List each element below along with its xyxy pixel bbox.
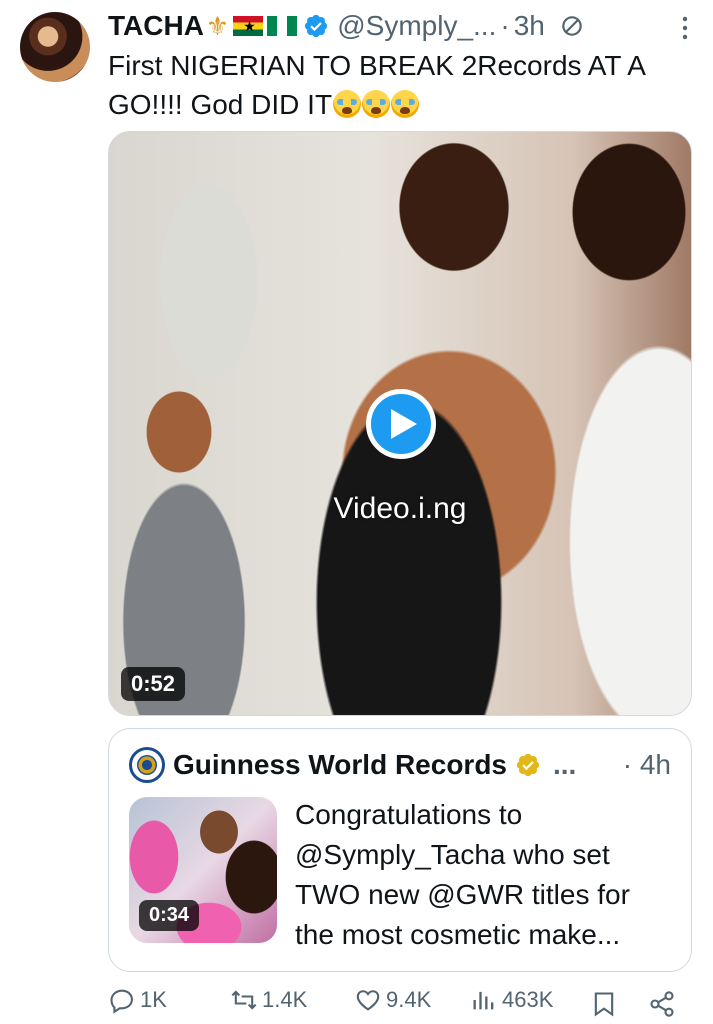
nigeria-flag-icon [267, 16, 298, 36]
ghana-flag-icon [233, 16, 264, 36]
quoted-video-thumbnail[interactable]: 0:34 [129, 797, 277, 943]
reply-icon [110, 989, 133, 1014]
repost-button[interactable]: 1.4K [230, 986, 307, 1014]
quoted-video-duration: 0:34 [139, 900, 200, 931]
muted-icon [562, 16, 582, 36]
trident-icon: ⚜ [205, 10, 230, 41]
separator-dot: · [500, 10, 510, 41]
tweet-text: First NIGERIAN TO BREAK 2Records AT A GO… [108, 46, 698, 124]
play-button[interactable] [366, 389, 436, 459]
like-button[interactable]: 9.4K [354, 986, 431, 1014]
quoted-tweet-header: Guinness World Records ... · 4h [129, 745, 671, 785]
quoted-name-ellipsis: ... [553, 749, 577, 780]
video-player[interactable]: Video.i.ng 0:52 [108, 131, 692, 716]
share-icon[interactable] [648, 990, 676, 1018]
reply-button[interactable]: 1K [108, 986, 167, 1014]
tweet-time[interactable]: 3h [514, 10, 545, 42]
like-icon [356, 990, 380, 1011]
quoted-tweet-time: · 4h [623, 749, 671, 781]
quoted-tweet-text: Congratulations to @Symply_Tacha who set… [295, 799, 630, 950]
video-watermark: Video.i.ng [333, 492, 467, 525]
video-duration: 0:52 [121, 667, 186, 701]
author-badges: ⚜ [205, 10, 298, 42]
author-handle[interactable]: @Symply_... [337, 10, 496, 42]
quoted-author-name: Guinness World Records [173, 749, 507, 780]
repost-icon [231, 990, 257, 1010]
reply-count: 1K [140, 987, 167, 1012]
views-count: 463K [502, 987, 554, 1012]
play-icon [390, 409, 417, 439]
author-avatar[interactable] [20, 12, 90, 82]
quoted-separator: · [622, 749, 633, 780]
quoted-tweet[interactable]: Guinness World Records ... · 4h 0:34 Con… [108, 728, 692, 972]
quoted-time-value: 4h [639, 749, 671, 780]
gold-verified-icon [516, 753, 540, 777]
tweet-actions: 1K 1.4K 9.4K 463K [108, 986, 698, 1024]
crying-emoji-icon [362, 90, 391, 118]
verified-icon [305, 14, 328, 38]
crying-emoji-icon [333, 90, 362, 118]
views-icon [473, 991, 494, 1010]
gwr-avatar [129, 747, 165, 783]
views-button[interactable]: 463K [470, 986, 553, 1014]
author-name[interactable]: TACHA [108, 10, 204, 42]
crying-emoji-icon [391, 90, 420, 118]
bookmark-icon[interactable] [590, 990, 618, 1018]
like-count: 9.4K [386, 987, 432, 1012]
repost-count: 1.4K [262, 987, 308, 1012]
tweet-header: TACHA ⚜ @Symply_... · 3h [108, 8, 673, 44]
more-icon[interactable] [679, 14, 691, 42]
